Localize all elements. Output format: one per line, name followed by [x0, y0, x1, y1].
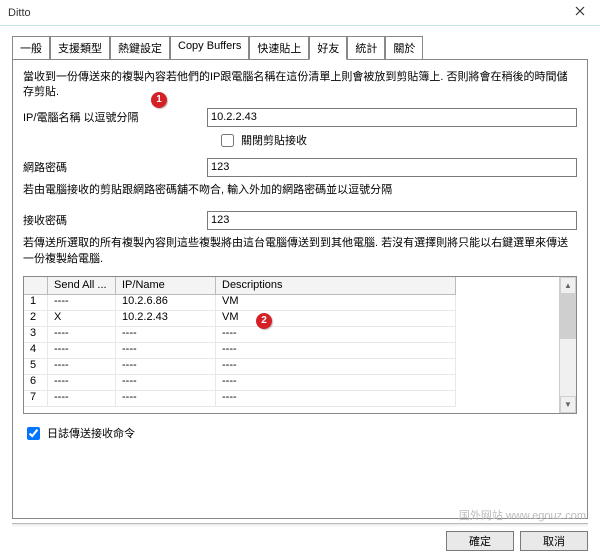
net-pwd-label: 網路密碼 [23, 159, 207, 175]
tab-quickpaste[interactable]: 快速貼上 [249, 36, 309, 60]
cell-index: 2 [24, 311, 48, 327]
cell-ip: ---- [116, 375, 216, 391]
log-checkbox[interactable] [27, 427, 40, 440]
log-label: 日誌傳送接收命令 [47, 425, 135, 441]
cell-desc: ---- [216, 391, 456, 407]
table-row[interactable]: 2X10.2.2.43VM [24, 311, 559, 327]
grid-scrollbar[interactable]: ▲ ▼ [559, 277, 576, 413]
cell-send: ---- [48, 327, 116, 343]
cell-ip: 10.2.2.43 [116, 311, 216, 327]
grid-body[interactable]: Send All ... IP/Name Descriptions 1----1… [24, 277, 559, 413]
cell-index: 6 [24, 375, 48, 391]
close-receive-label: 關閉剪貼接收 [241, 132, 307, 148]
table-row[interactable]: 6------------ [24, 375, 559, 391]
scroll-thumb[interactable] [560, 294, 576, 339]
tab-panel-friends: 當收到一份傳送來的複製內容若他們的IP跟電腦名稱在這份清單上則會被放到剪貼簿上.… [12, 59, 588, 519]
cell-send: ---- [48, 391, 116, 407]
friends-grid: 2 Send All ... IP/Name Descriptions 1---… [23, 276, 577, 414]
cell-ip: ---- [116, 343, 216, 359]
cancel-button[interactable]: 取消 [520, 531, 588, 551]
cell-ip: ---- [116, 327, 216, 343]
field-ip: 1 IP/電腦名稱 以逗號分隔 [23, 108, 577, 127]
net-pwd-note: 若由電腦接收的剪貼跟網路密碼舖不吻合, 輸入外加的網路密碼並以逗號分隔 [23, 181, 577, 197]
field-recv-pwd: 接收密碼 [23, 211, 577, 230]
table-row[interactable]: 7------------ [24, 391, 559, 407]
cell-index: 7 [24, 391, 48, 407]
recv-pwd-label: 接收密碼 [23, 212, 207, 228]
cell-desc: ---- [216, 359, 456, 375]
grid-header-send[interactable]: Send All ... [48, 277, 116, 295]
cell-send: ---- [48, 295, 116, 311]
grid-header-ip[interactable]: IP/Name [116, 277, 216, 295]
annotation-badge-2: 2 [256, 313, 272, 329]
log-row: 日誌傳送接收命令 [23, 424, 577, 443]
scroll-up-button[interactable]: ▲ [560, 277, 576, 294]
tab-hotkeys[interactable]: 熱鍵設定 [110, 36, 170, 60]
intro-text: 當收到一份傳送來的複製內容若他們的IP跟電腦名稱在這份清單上則會被放到剪貼簿上.… [23, 70, 577, 100]
cell-ip: ---- [116, 391, 216, 407]
cell-send: ---- [48, 359, 116, 375]
table-row[interactable]: 3------------ [24, 327, 559, 343]
tab-supported[interactable]: 支援類型 [50, 36, 110, 60]
tab-copy-buffers[interactable]: Copy Buffers [170, 36, 249, 60]
tab-about[interactable]: 關於 [385, 36, 423, 60]
cell-index: 4 [24, 343, 48, 359]
tab-general[interactable]: 一般 [12, 36, 50, 60]
close-receive-row: 關閉剪貼接收 [217, 131, 577, 150]
tab-friends[interactable]: 好友 [309, 36, 347, 60]
cell-index: 3 [24, 327, 48, 343]
ip-input[interactable] [207, 108, 577, 127]
dialog-button-bar: 確定 取消 [12, 531, 588, 551]
cell-send: ---- [48, 343, 116, 359]
tab-stats[interactable]: 統計 [347, 36, 385, 60]
grid-header-index[interactable] [24, 277, 48, 295]
field-net-pwd: 網路密碼 [23, 158, 577, 177]
cell-send: X [48, 311, 116, 327]
close-icon [575, 6, 585, 19]
window-title: Ditto [8, 7, 560, 19]
cell-index: 1 [24, 295, 48, 311]
send-note: 若傳送所選取的所有複製內容則這些複製將由這台電腦傳送到到其他電腦. 若沒有選擇則… [23, 234, 577, 266]
close-button[interactable] [560, 0, 600, 26]
grid-header-desc[interactable]: Descriptions [216, 277, 456, 295]
cell-desc: VM [216, 311, 456, 327]
cell-send: ---- [48, 375, 116, 391]
annotation-badge-1: 1 [151, 92, 167, 108]
recv-pwd-input[interactable] [207, 211, 577, 230]
net-pwd-input[interactable] [207, 158, 577, 177]
close-receive-checkbox[interactable] [221, 134, 234, 147]
cell-desc: ---- [216, 327, 456, 343]
cell-ip: ---- [116, 359, 216, 375]
client-area: 一般 支援類型 熱鍵設定 Copy Buffers 快速貼上 好友 統計 關於 … [0, 26, 600, 559]
ok-button[interactable]: 確定 [446, 531, 514, 551]
scroll-track[interactable] [560, 294, 576, 396]
scroll-down-button[interactable]: ▼ [560, 396, 576, 413]
table-row[interactable]: 1----10.2.6.86VM [24, 295, 559, 311]
title-bar: Ditto [0, 0, 600, 26]
table-row[interactable]: 5------------ [24, 359, 559, 375]
tab-strip: 一般 支援類型 熱鍵設定 Copy Buffers 快速貼上 好友 統計 關於 [12, 36, 588, 59]
cell-desc: VM [216, 295, 456, 311]
grid-header-row: Send All ... IP/Name Descriptions [24, 277, 559, 295]
table-row[interactable]: 4------------ [24, 343, 559, 359]
cell-index: 5 [24, 359, 48, 375]
cell-desc: ---- [216, 375, 456, 391]
cell-desc: ---- [216, 343, 456, 359]
ip-label: IP/電腦名稱 以逗號分隔 [23, 109, 207, 125]
cell-ip: 10.2.6.86 [116, 295, 216, 311]
